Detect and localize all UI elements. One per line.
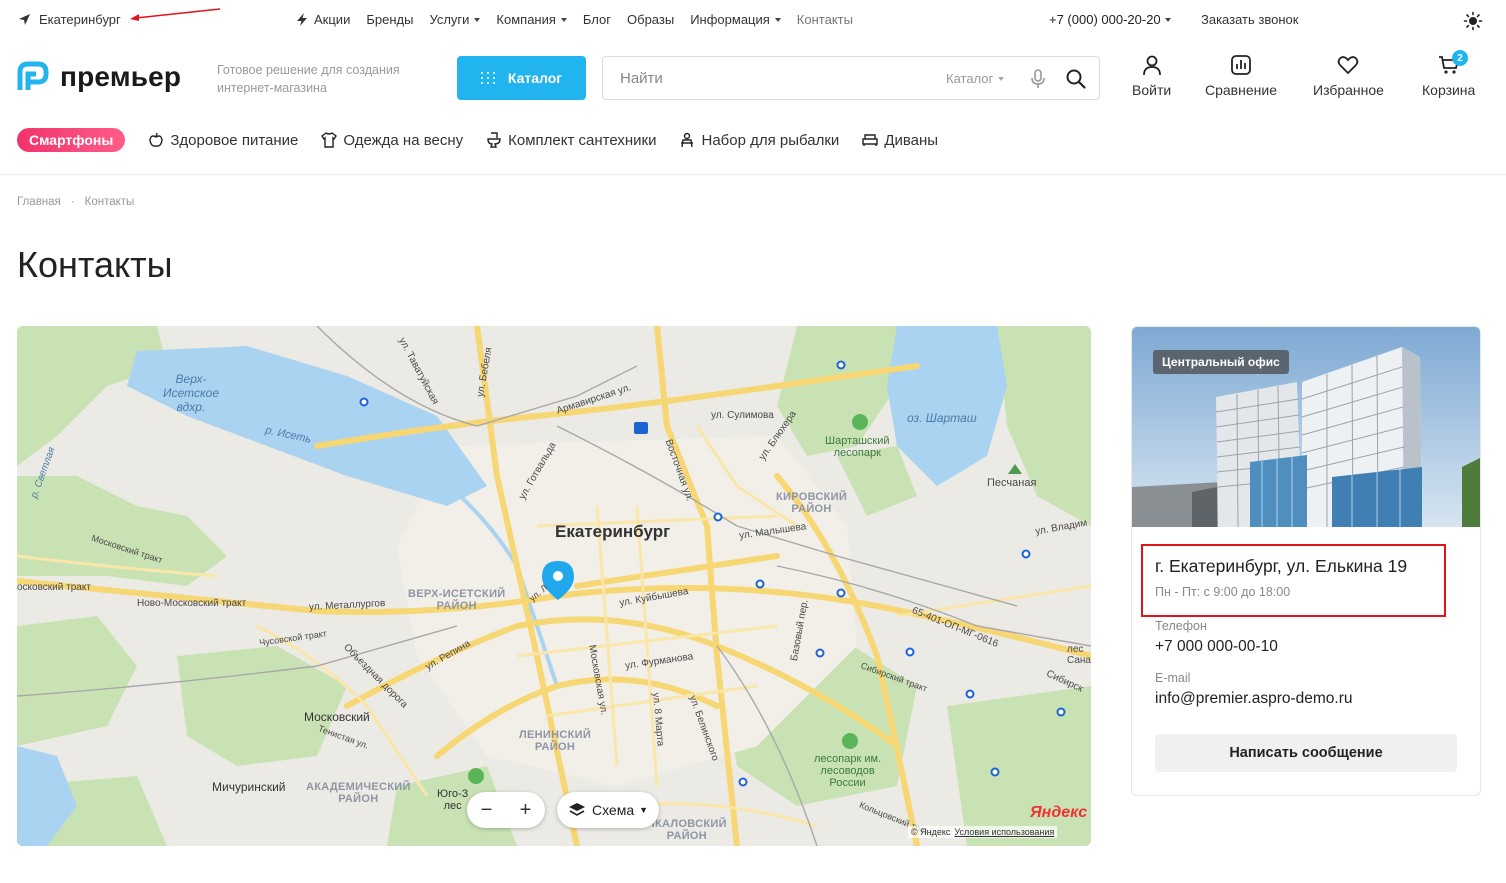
catalog-button[interactable]: Каталог [457, 56, 586, 100]
office-email[interactable]: info@premier.aspro-demo.ru [1155, 690, 1353, 708]
bolt-icon [297, 13, 307, 26]
cart-count-badge: 2 [1452, 50, 1468, 66]
map-label-city: Екатеринбург [555, 522, 671, 541]
user-icon [1142, 55, 1161, 76]
login-button[interactable]: Войти [1132, 54, 1171, 98]
compare-button[interactable]: Сравнение [1205, 54, 1277, 98]
fisherman-icon [681, 132, 694, 148]
office-hours: Пн - Пт: с 9:00 до 18:00 [1155, 585, 1291, 599]
zoom-out-button[interactable]: − [481, 799, 493, 822]
search-input[interactable] [620, 69, 920, 87]
write-message-button[interactable]: Написать сообщение [1155, 734, 1457, 772]
top-navigation: Акции Бренды Услуги Компания Блог Образы… [296, 12, 869, 27]
address-highlight-box [1141, 544, 1446, 617]
map-label-novo-mosk: Ново-Московский тракт [137, 598, 247, 609]
breadcrumb-separator: · [70, 196, 75, 208]
map-label-shartash: оз. Шарташ [907, 411, 977, 425]
grid-icon [480, 72, 496, 84]
map-terms-link[interactable]: Условия использования [954, 827, 1054, 837]
nav-promo[interactable]: Акции [296, 12, 350, 27]
microphone-icon[interactable] [1030, 69, 1046, 89]
map-label-kirovsky: КИРОВСКИЙ РАЙОН [776, 491, 848, 515]
top-bar: Екатеринбург Акции Бренды Услуги Компани… [0, 0, 1506, 40]
map-label-les-sana: лес Сана [1067, 644, 1091, 666]
breadcrumb: Главная · Контакты [17, 196, 134, 208]
sun-icon[interactable] [1463, 11, 1483, 31]
sofa-icon [862, 134, 879, 146]
category-strip: Смартфоны Здоровое питание Одежда на вес… [17, 128, 961, 152]
map-copyright: © Яндекс Условия использования [908, 826, 1058, 838]
search-scope-dropdown[interactable]: Каталог [946, 71, 1005, 86]
chevron-down-icon [1164, 17, 1171, 22]
office-tag: Центральный офис [1153, 350, 1289, 374]
map-label-moskovsky: Московский [304, 710, 370, 724]
city-name: Екатеринбург [39, 12, 121, 27]
map-label-peschanaya: Песчаная [987, 477, 1037, 489]
logo-text: премьер [60, 61, 182, 92]
nav-info[interactable]: Информация [690, 12, 781, 27]
chevron-down-icon [560, 17, 567, 22]
map-label-okskoy: осковский тракт [17, 582, 91, 593]
category-fishing[interactable]: Набор для рыбалки [679, 132, 839, 149]
map-label-verkh-isetsky: ВЕРХ-ИСЕТСКИЙ РАЙОН [408, 588, 506, 612]
page-title: Контакты [17, 244, 173, 285]
chevron-down-icon [998, 76, 1005, 81]
map-label-verkh-isetskoe: Верх- Исетское вдхр. [163, 372, 219, 414]
category-healthy-food[interactable]: Здоровое питание [148, 132, 298, 149]
phone-label: Телефон [1155, 619, 1207, 633]
nav-looks[interactable]: Образы [627, 12, 674, 27]
map-label-chkalovsky: ЧКАЛОВСКИЙ РАЙОН [647, 818, 727, 842]
yandex-logo: Яндекс [1030, 804, 1088, 821]
breadcrumb-home[interactable]: Главная [17, 196, 61, 208]
cart-button[interactable]: 2 Корзина [1422, 50, 1475, 98]
map-label-lesopark: лесопарк им. лесоводов России [814, 753, 882, 789]
annotation-arrow [130, 8, 221, 21]
map-label-leninsky: ЛЕНИНСКИЙ РАЙОН [519, 729, 592, 753]
map[interactable]: Верх- Исетское вдхр. р. Исеть оз. Шарташ Ш… [17, 326, 1091, 846]
logo-mark-icon [17, 61, 49, 90]
category-plumbing[interactable]: Комплект сантехники [486, 132, 656, 149]
map-label-michurinsky: Мичуринский [212, 780, 286, 794]
nav-blog[interactable]: Блог [583, 12, 611, 27]
favorites-button[interactable]: Избранное [1313, 54, 1384, 98]
chevron-down-icon [774, 17, 781, 22]
office-card: Центральный офис г. Екатеринбург, ул. Ел… [1131, 326, 1481, 796]
chevron-down-icon [474, 17, 481, 22]
category-smartphones[interactable]: Смартфоны [17, 128, 126, 152]
tagline: Готовое решение для создания интернет-ма… [217, 63, 400, 95]
phone-dropdown[interactable]: +7 (000) 000-20-20 [1049, 12, 1171, 27]
map-label-yugo: Юго-З лес [437, 788, 469, 812]
category-sofas[interactable]: Диваны [862, 132, 938, 149]
shirt-icon [321, 132, 338, 148]
callback-link[interactable]: Заказать звонок [1201, 12, 1298, 27]
category-spring-clothes[interactable]: Одежда на весну [321, 132, 463, 149]
search-icon[interactable] [1065, 68, 1087, 90]
map-zoom-controls: − + [467, 792, 545, 828]
office-phone[interactable]: +7 000 000-00-10 [1155, 638, 1278, 656]
zoom-in-button[interactable]: + [520, 799, 532, 822]
nav-contacts[interactable]: Контакты [797, 12, 853, 27]
breadcrumb-current: Контакты [84, 196, 135, 208]
chart-icon [1231, 55, 1251, 75]
nav-company[interactable]: Компания [496, 12, 567, 27]
layers-icon [568, 803, 585, 816]
email-label: E-mail [1155, 671, 1191, 685]
header-divider [0, 174, 1506, 175]
map-label-akademichesky: АКАДЕМИЧЕСКИЙ РАЙОН [306, 781, 411, 805]
chevron-down-icon: ▼ [639, 805, 649, 815]
apple-icon [149, 132, 164, 147]
nav-services[interactable]: Услуги [429, 12, 481, 27]
office-address: г. Екатеринбург, ул. Елькина 19 [1155, 556, 1408, 576]
logo[interactable]: премьер [16, 60, 181, 94]
city-selector[interactable]: Екатеринбург [18, 12, 121, 27]
search-bar: Каталог [602, 56, 1100, 100]
nav-brands[interactable]: Бренды [366, 12, 413, 27]
map-label-shartash-park: Шарташский лесопарк [825, 435, 890, 459]
location-arrow-icon [19, 14, 30, 25]
map-layer-button[interactable]: Схема ▼ [557, 792, 659, 828]
heart-icon [1338, 56, 1359, 75]
toilet-icon [487, 132, 501, 148]
map-label-sulimova: ул. Сулимова [711, 410, 774, 421]
